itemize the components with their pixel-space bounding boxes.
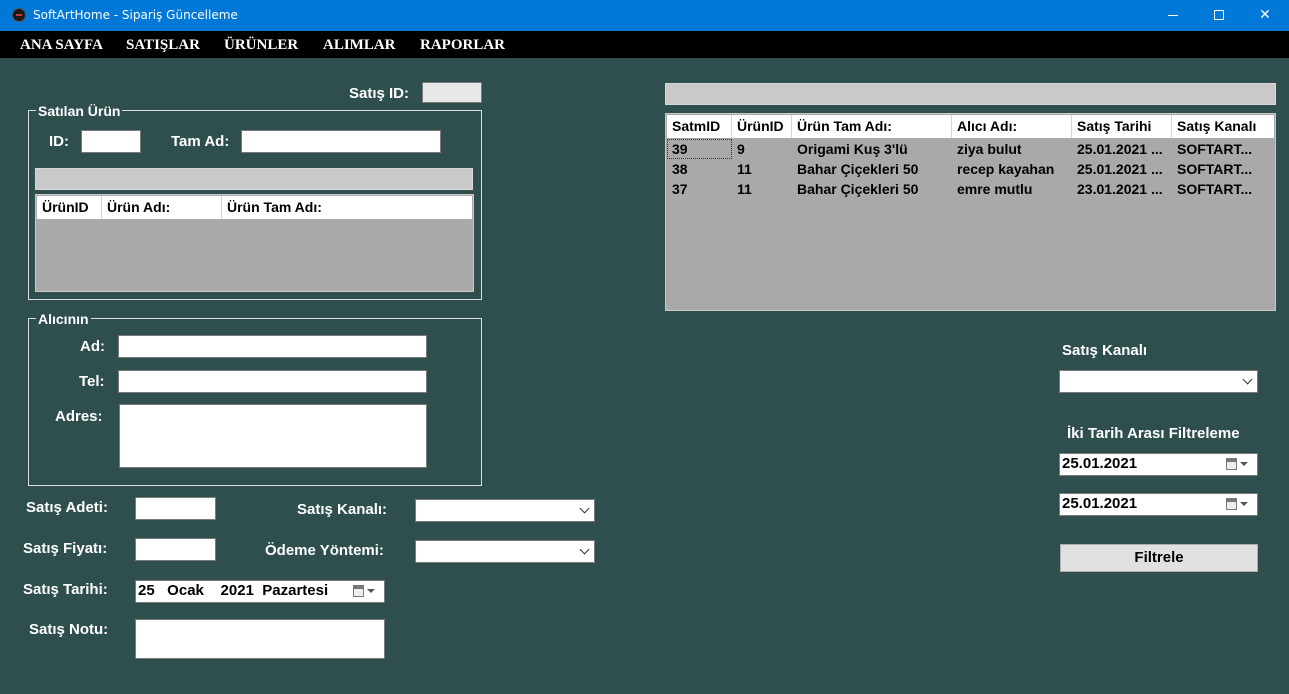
urun-id-label: ID:: [49, 133, 69, 150]
calendar-icon: [1226, 498, 1237, 510]
col-urun-adi[interactable]: Ürün Adı:: [102, 196, 222, 219]
urun-grid[interactable]: ÜrünID Ürün Adı: Ürün Tam Adı:: [35, 194, 474, 292]
maximize-icon: [1214, 10, 1224, 20]
dropdown-arrow-icon: [367, 589, 375, 593]
cell-urunid[interactable]: 11: [732, 179, 792, 199]
minimize-button[interactable]: [1150, 0, 1196, 31]
cell-satis-kanali[interactable]: SOFTART...: [1172, 179, 1274, 199]
col-satmid[interactable]: SatmID: [667, 115, 732, 138]
sales-grid-caption: [665, 83, 1276, 105]
cell-alici-adi[interactable]: recep kayahan: [952, 159, 1072, 179]
col-urunid[interactable]: ÜrünID: [732, 115, 792, 138]
cell-urunid[interactable]: 11: [732, 159, 792, 179]
satis-tarihi-picker[interactable]: 25 Ocak 2021 Pazartesi: [135, 580, 385, 603]
filter-satis-kanali-label: Satış Kanalı: [1062, 342, 1148, 359]
cell-alici-adi[interactable]: emre mutlu: [952, 179, 1072, 199]
dropdown-arrow-icon: [1240, 502, 1248, 506]
odeme-yontemi-label: Ödeme Yöntemi:: [265, 542, 384, 559]
sales-grid[interactable]: SatmID ÜrünID Ürün Tam Adı: Alıcı Adı: S…: [665, 113, 1276, 311]
ad-label: Ad:: [80, 338, 105, 355]
satis-adeti-label: Satış Adeti:: [26, 499, 108, 516]
close-button[interactable]: ✕: [1242, 0, 1288, 31]
satis-notu-label: Satış Notu:: [29, 621, 109, 638]
calendar-icon: [1226, 458, 1237, 470]
satilan-urun-title: Satılan Ürün: [36, 103, 123, 119]
alici-title: Alıcının: [36, 311, 91, 327]
date-to-value: 25.01.2021: [1062, 495, 1138, 512]
satis-fiyati-label: Satış Fiyatı:: [23, 540, 108, 557]
satis-tarihi-value: 25 Ocak 2021 Pazartesi: [138, 582, 329, 599]
cell-satis-tarihi[interactable]: 25.01.2021 ...: [1072, 139, 1172, 159]
table-row[interactable]: 37 11 Bahar Çiçekleri 50 emre mutlu 23.0…: [667, 179, 1274, 199]
table-row[interactable]: 38 11 Bahar Çiçekleri 50 recep kayahan 2…: [667, 159, 1274, 179]
menu-ana-sayfa[interactable]: ANA SAYFA: [20, 37, 103, 54]
urun-id-field[interactable]: [81, 130, 141, 153]
filtrele-button[interactable]: Filtrele: [1060, 544, 1258, 572]
sales-grid-header: SatmID ÜrünID Ürün Tam Adı: Alıcı Adı: S…: [667, 115, 1274, 138]
ad-field[interactable]: [118, 335, 427, 358]
col-satis-kanali[interactable]: Satış Kanalı: [1172, 115, 1274, 138]
cell-urun-tam-adi[interactable]: Bahar Çiçekleri 50: [792, 179, 952, 199]
date-range-label: İki Tarih Arası Filtreleme: [1067, 425, 1240, 442]
adres-field[interactable]: [119, 404, 427, 468]
cell-satis-kanali[interactable]: SOFTART...: [1172, 139, 1274, 159]
date-from-picker[interactable]: 25.01.2021: [1059, 453, 1258, 476]
odeme-yontemi-select[interactable]: [415, 540, 595, 563]
close-icon: ✕: [1259, 7, 1271, 23]
satis-tarihi-label: Satış Tarihi:: [23, 581, 108, 598]
cell-urun-tam-adi[interactable]: Origami Kuş 3'lü: [792, 139, 952, 159]
satis-notu-field[interactable]: [135, 619, 385, 659]
cell-satmid[interactable]: 37: [667, 179, 732, 199]
col-urun-tam-adi[interactable]: Ürün Tam Adı:: [792, 115, 952, 138]
cell-satmid[interactable]: 39: [667, 139, 732, 159]
cell-satmid[interactable]: 38: [667, 159, 732, 179]
window-title: SoftArtHome - Sipariş Güncelleme: [33, 8, 238, 22]
satis-kanali-label: Satış Kanalı:: [297, 501, 388, 518]
menu-satislar[interactable]: SATIŞLAR: [126, 37, 200, 54]
adres-label: Adres:: [55, 408, 103, 425]
calendar-icon: [353, 585, 364, 597]
cell-urun-tam-adi[interactable]: Bahar Çiçekleri 50: [792, 159, 952, 179]
col-urunid[interactable]: ÜrünID: [37, 196, 102, 219]
tel-label: Tel:: [79, 373, 105, 390]
cell-satis-tarihi[interactable]: 25.01.2021 ...: [1072, 159, 1172, 179]
menu-urunler[interactable]: ÜRÜNLER: [224, 37, 298, 54]
satis-adeti-field[interactable]: [135, 497, 216, 520]
cell-satis-kanali[interactable]: SOFTART...: [1172, 159, 1274, 179]
urun-grid-header: ÜrünID Ürün Adı: Ürün Tam Adı:: [37, 196, 472, 219]
col-satis-tarihi[interactable]: Satış Tarihi: [1072, 115, 1172, 138]
chevron-down-icon: [1242, 374, 1253, 385]
tam-ad-label: Tam Ad:: [171, 133, 230, 150]
chevron-down-icon: [579, 503, 590, 514]
menu-bar: ANA SAYFA SATIŞLAR ÜRÜNLER ALIMLAR RAPOR…: [0, 31, 1289, 58]
minimize-icon: [1168, 15, 1178, 16]
filter-satis-kanali-select[interactable]: [1059, 370, 1258, 393]
cell-alici-adi[interactable]: ziya bulut: [952, 139, 1072, 159]
satis-id-label: Satış ID:: [349, 85, 410, 102]
satis-id-field[interactable]: [422, 82, 482, 103]
cell-satis-tarihi[interactable]: 23.01.2021 ...: [1072, 179, 1172, 199]
satis-kanali-select[interactable]: [415, 499, 595, 522]
title-bar: SoftArtHome - Sipariş Güncelleme ✕: [0, 0, 1289, 31]
cell-urunid[interactable]: 9: [732, 139, 792, 159]
chevron-down-icon: [579, 544, 590, 555]
menu-raporlar[interactable]: RAPORLAR: [420, 37, 505, 54]
tel-field[interactable]: [118, 370, 427, 393]
date-to-picker[interactable]: 25.01.2021: [1059, 493, 1258, 516]
dropdown-arrow-icon: [1240, 462, 1248, 466]
menu-alimlar[interactable]: ALIMLAR: [323, 37, 396, 54]
app-logo-icon: [12, 8, 26, 22]
col-alici-adi[interactable]: Alıcı Adı:: [952, 115, 1072, 138]
urun-grid-caption: [35, 168, 473, 190]
date-from-value: 25.01.2021: [1062, 455, 1138, 472]
satis-fiyati-field[interactable]: [135, 538, 216, 561]
table-row[interactable]: 39 9 Origami Kuş 3'lü ziya bulut 25.01.2…: [667, 139, 1274, 159]
tam-ad-field[interactable]: [241, 130, 441, 153]
col-urun-tam-adi[interactable]: Ürün Tam Adı:: [222, 196, 472, 219]
maximize-button[interactable]: [1196, 0, 1242, 31]
